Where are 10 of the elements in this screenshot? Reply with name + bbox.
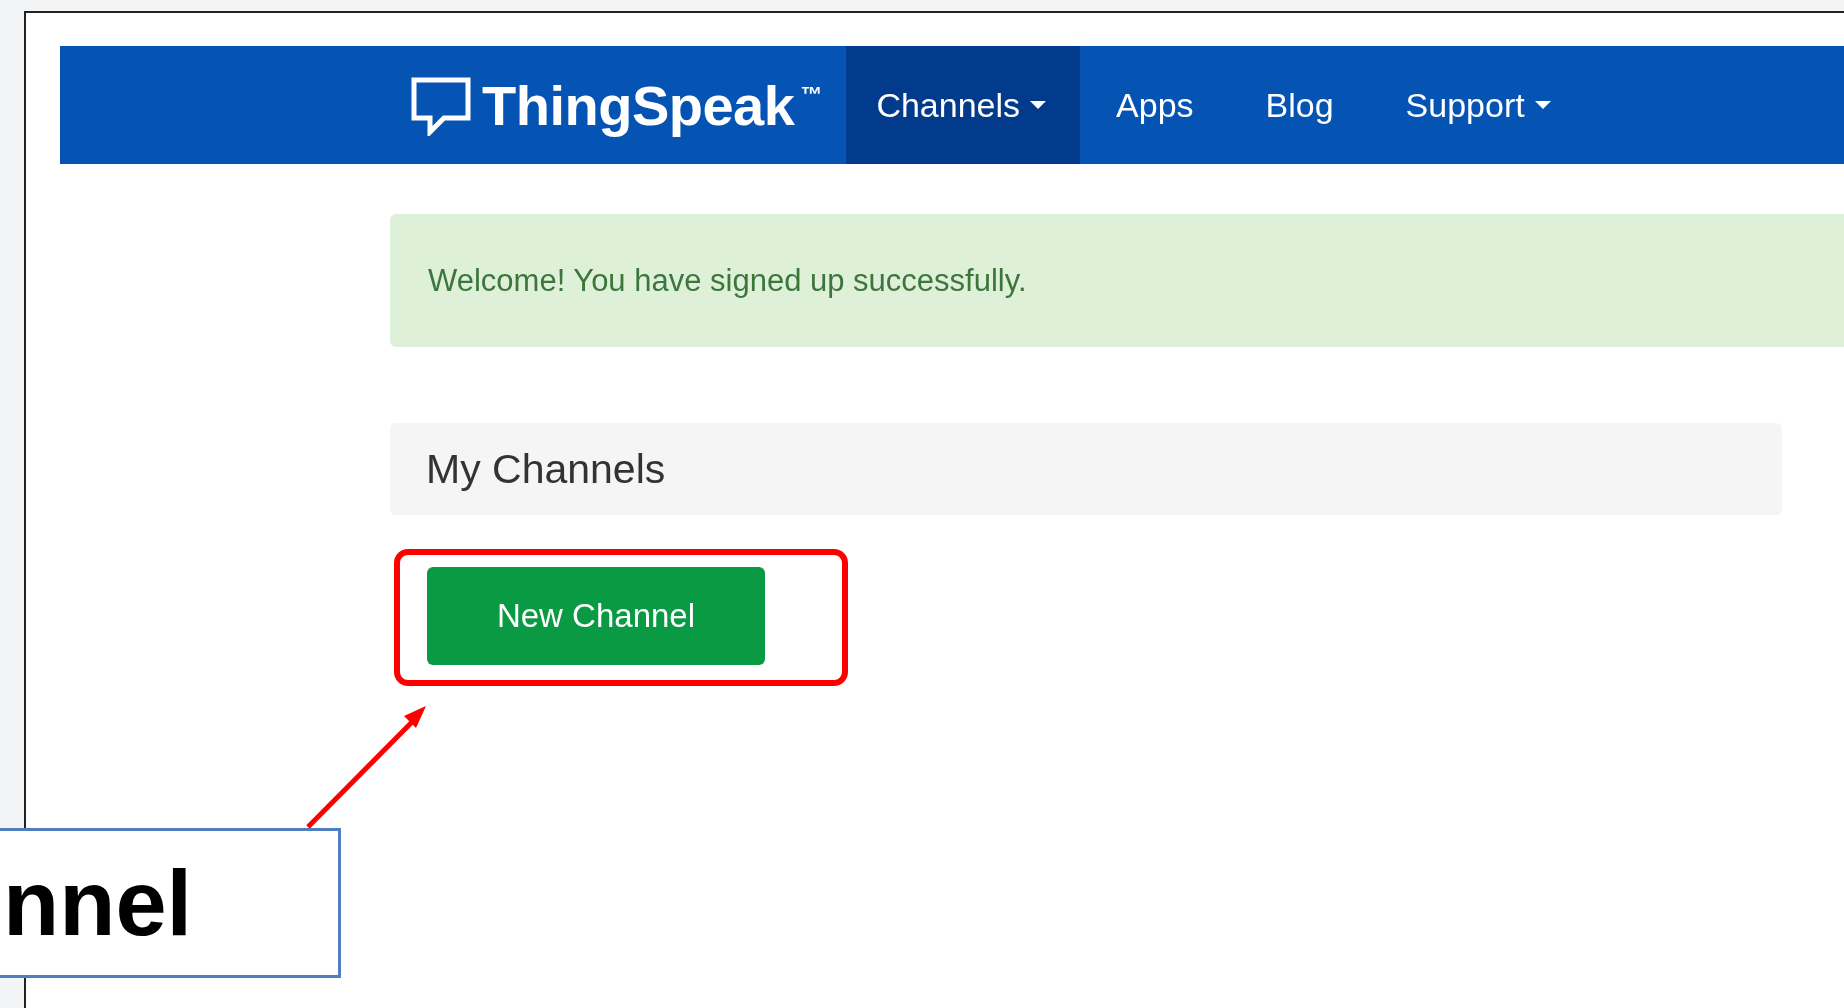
trademark-mark: ™ <box>800 82 823 108</box>
callout-text: nnel <box>3 850 193 956</box>
success-alert: Welcome! You have signed up successfully. <box>390 214 1844 347</box>
new-channel-button[interactable]: New Channel <box>427 567 765 665</box>
nav-item[interactable]: Apps <box>1080 46 1230 164</box>
nav-item[interactable]: Blog <box>1229 46 1370 164</box>
brand-name[interactable]: ThingSpeak <box>482 72 795 138</box>
nav-item[interactable]: Channels <box>846 46 1081 164</box>
nav-item[interactable]: Support <box>1369 46 1587 164</box>
panel-title: My Channels <box>426 445 666 493</box>
